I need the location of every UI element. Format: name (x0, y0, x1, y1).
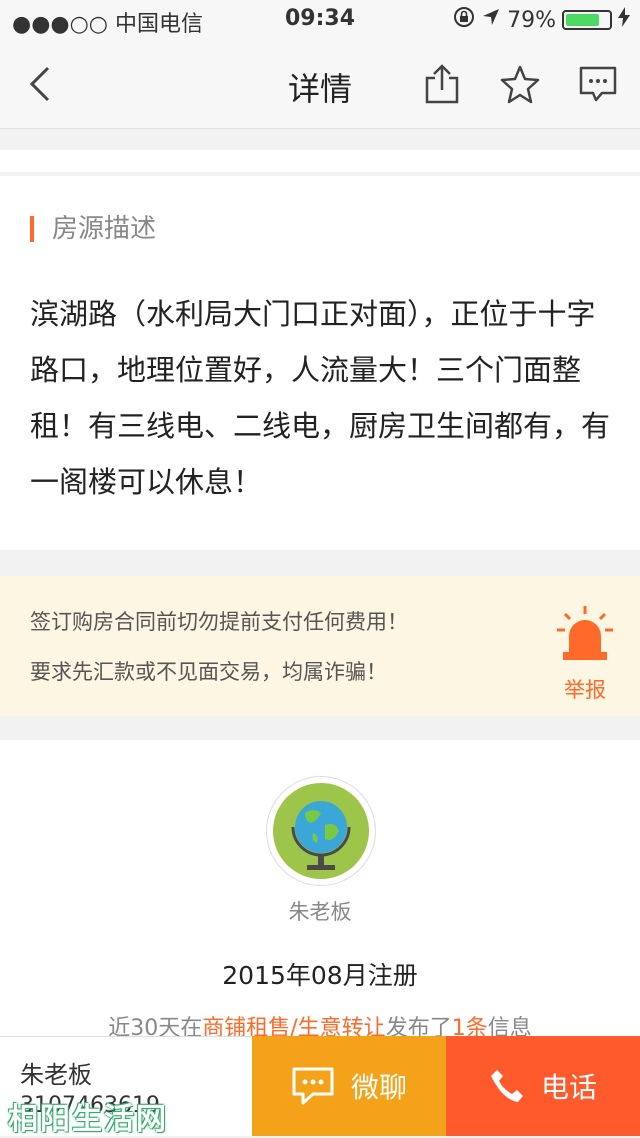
avatar[interactable] (266, 776, 376, 886)
status-right: 79% (453, 6, 630, 34)
message-icon (579, 66, 617, 102)
description-section: 房源描述 滨湖路（水利局大门口正对面），正位于十字路口，地理位置好，人流量大！三… (0, 176, 640, 550)
share-icon (425, 64, 459, 104)
page-title: 详情 (287, 70, 352, 108)
top-strip (0, 150, 640, 172)
report-button[interactable]: 举报 (530, 606, 640, 706)
location-arrow-icon (481, 7, 501, 33)
chat-bubble-icon (292, 1067, 334, 1105)
phone-icon (490, 1070, 523, 1102)
chat-button[interactable]: 微聊 (252, 1036, 446, 1136)
comment-button[interactable] (576, 62, 620, 106)
globe-icon (273, 783, 369, 879)
call-label: 电话 (540, 1071, 597, 1104)
warning-line-2: 要求先汇款或不见面交易，均属诈骗！ (30, 660, 387, 684)
call-button[interactable]: 电话 (446, 1036, 640, 1136)
watermark-logo: 相阳生活网 (8, 1102, 168, 1137)
chat-label: 微聊 (350, 1071, 407, 1104)
favorite-button[interactable] (498, 62, 542, 106)
warning-line-1: 签订购房合同前切勿提前支付任何费用！ (30, 610, 408, 634)
nav-bar: 详情 (0, 40, 640, 129)
warning-banner: 签订购房合同前切勿提前支付任何费用！ 要求先汇款或不见面交易，均属诈骗！ 举报 (0, 576, 640, 716)
publisher-name: 朱老板 (288, 900, 352, 924)
charging-icon (618, 7, 630, 33)
battery-icon (562, 10, 612, 30)
battery-percent: 79% (507, 7, 556, 33)
description-text: 滨湖路（水利局大门口正对面），正位于十字路口，地理位置好，人流量大！三个门面整租… (30, 297, 611, 499)
share-button[interactable] (420, 62, 464, 106)
star-icon (500, 65, 540, 104)
description-heading: 房源描述 (30, 216, 156, 242)
rotation-lock-icon (453, 6, 475, 34)
registration-date: 2015年08月注册 (222, 961, 418, 990)
report-label: 举报 (564, 678, 606, 702)
alarm-icon (557, 606, 613, 660)
battery-fill (566, 14, 600, 26)
status-bar: ●●●○○ 中国电信 09:34 79% (0, 0, 640, 40)
contact-name: 朱老板 (20, 1061, 92, 1089)
